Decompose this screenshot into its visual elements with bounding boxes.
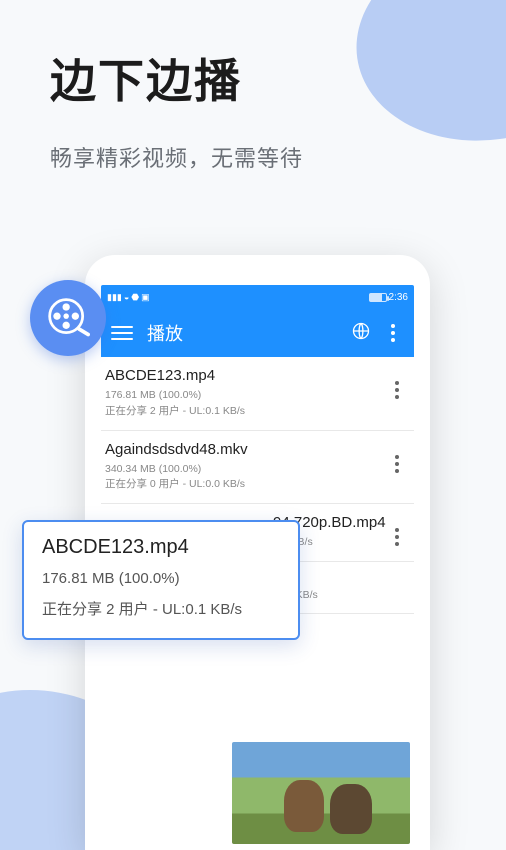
file-status: 正在分享 2 用户 - UL:0.1 KB/s <box>105 404 386 420</box>
file-status: 正在分享 0 用户 - UL:0.0 KB/s <box>105 477 386 493</box>
list-item[interactable]: Againdsdsdvd48.mkv 340.34 MB (100.0%) 正在… <box>101 431 414 505</box>
file-size: 340.34 MB (100.0%) <box>105 462 386 478</box>
video-thumbnail[interactable] <box>232 742 410 844</box>
wifi-icon: ◒ <box>124 293 129 302</box>
file-name: Againdsdsdvd48.mkv <box>105 441 386 458</box>
callout-file-size: 176.81 MB (100.0%) <box>42 567 282 590</box>
zoom-callout: ABCDE123.mp4 176.81 MB (100.0%) 正在分享 2 用… <box>22 520 300 640</box>
decor-blob-top <box>343 0 506 157</box>
globe-icon[interactable] <box>350 321 372 346</box>
overflow-icon[interactable] <box>382 324 404 342</box>
file-size: 176.81 MB (100.0%) <box>105 388 386 404</box>
notif-icon: ⬣ <box>131 293 139 302</box>
battery-icon <box>369 293 387 302</box>
app-title: 播放 <box>147 320 350 346</box>
menu-icon[interactable] <box>111 326 133 340</box>
file-name: ABCDE123.mp4 <box>105 367 386 384</box>
hero-title: 边下边播 <box>50 45 303 111</box>
callout-file-status: 正在分享 2 用户 - UL:0.1 KB/s <box>42 598 282 621</box>
notif-icon-2: ▣ <box>141 293 150 302</box>
item-menu-icon[interactable] <box>386 367 408 399</box>
hero: 边下边播 畅享精彩视频，无需等待 <box>50 45 303 173</box>
status-bar: ▮▮▮ ◒ ⬣ ▣ 2:36 <box>101 285 414 309</box>
signal-icon: ▮▮▮ <box>107 293 122 302</box>
item-menu-icon[interactable] <box>386 441 408 473</box>
callout-file-name: ABCDE123.mp4 <box>42 536 282 559</box>
list-item[interactable]: ABCDE123.mp4 176.81 MB (100.0%) 正在分享 2 用… <box>101 357 414 431</box>
app-bar: 播放 <box>101 309 414 357</box>
hero-subtitle: 畅享精彩视频，无需等待 <box>50 141 303 173</box>
film-reel-icon <box>30 280 106 356</box>
item-menu-icon[interactable] <box>386 514 408 546</box>
status-time: 2:36 <box>389 292 408 303</box>
